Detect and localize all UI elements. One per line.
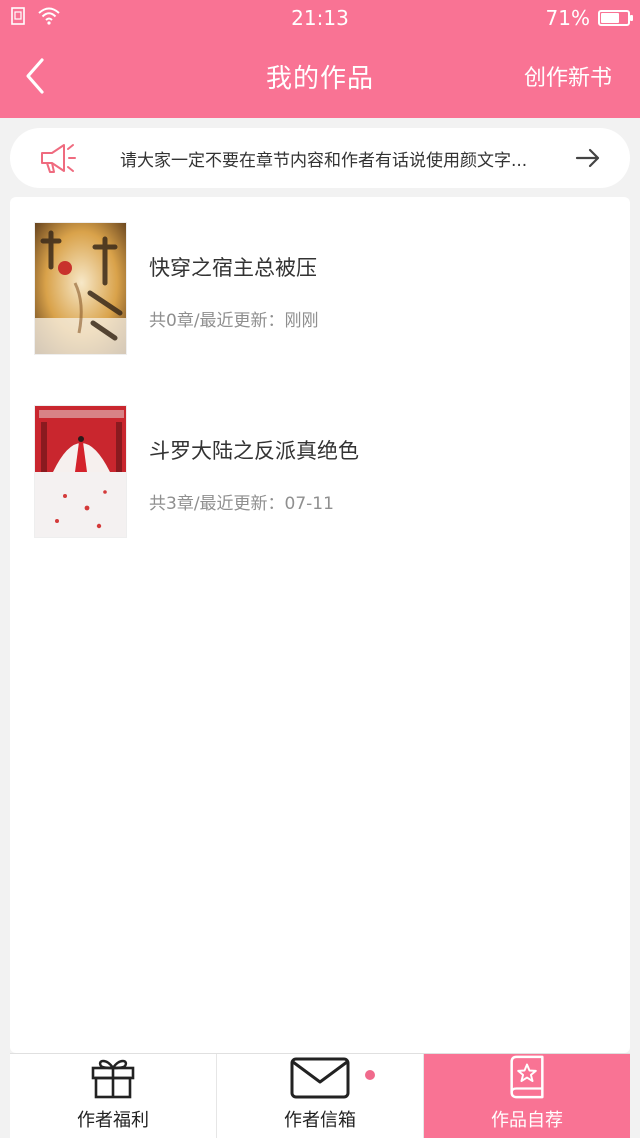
tab-label: 作品自荐 xyxy=(491,1110,563,1131)
arrow-right-icon xyxy=(575,148,600,168)
battery-icon xyxy=(598,10,633,26)
book-cover-art xyxy=(35,223,126,354)
notice-text: 请大家一定不要在章节内容和作者有话说使用颜文字... xyxy=(120,151,528,171)
book-star-icon xyxy=(510,1055,544,1099)
header: 21:13 71% 我的作品 创作新书 xyxy=(0,0,640,118)
book-meta: 共3章/最近更新：07-11 xyxy=(149,494,334,514)
status-bar: 21:13 71% xyxy=(0,0,640,36)
unread-dot xyxy=(365,1070,375,1080)
notice-bar[interactable]: 请大家一定不要在章节内容和作者有话说使用颜文字... xyxy=(10,128,630,188)
status-time: 21:13 xyxy=(291,6,349,30)
book-meta: 共0章/最近更新：刚刚 xyxy=(149,311,319,331)
nav-bar: 我的作品 创作新书 xyxy=(0,36,640,118)
tab-label: 作者福利 xyxy=(77,1110,149,1131)
works-list: 快穿之宿主总被压 共0章/最近更新：刚刚 斗罗大陆之反派真绝色 共3章/最近更新 xyxy=(10,197,630,1053)
battery-level xyxy=(601,13,620,23)
bottom-tab-bar: 作者福利 作者信箱 作品自荐 xyxy=(10,1053,630,1138)
book-item[interactable]: 快穿之宿主总被压 共0章/最近更新：刚刚 xyxy=(10,222,630,356)
tab-work-recommendation[interactable]: 作品自荐 xyxy=(424,1054,630,1138)
book-cover xyxy=(34,405,127,538)
tab-author-mailbox[interactable]: 作者信箱 xyxy=(217,1054,424,1138)
book-title: 快穿之宿主总被压 xyxy=(149,256,317,280)
megaphone-icon xyxy=(41,144,76,173)
mail-icon xyxy=(290,1057,350,1099)
battery-percent: 71% xyxy=(545,6,590,30)
book-cover-art xyxy=(35,406,126,537)
create-new-book-button[interactable]: 创作新书 xyxy=(524,60,612,92)
status-icons-right: 71% xyxy=(545,6,633,30)
tab-author-benefits[interactable]: 作者福利 xyxy=(10,1054,217,1138)
gift-icon xyxy=(91,1059,135,1099)
tab-label: 作者信箱 xyxy=(284,1110,356,1131)
book-title: 斗罗大陆之反派真绝色 xyxy=(149,439,359,463)
book-item[interactable]: 斗罗大陆之反派真绝色 共3章/最近更新：07-11 xyxy=(10,405,630,539)
book-cover xyxy=(34,222,127,355)
